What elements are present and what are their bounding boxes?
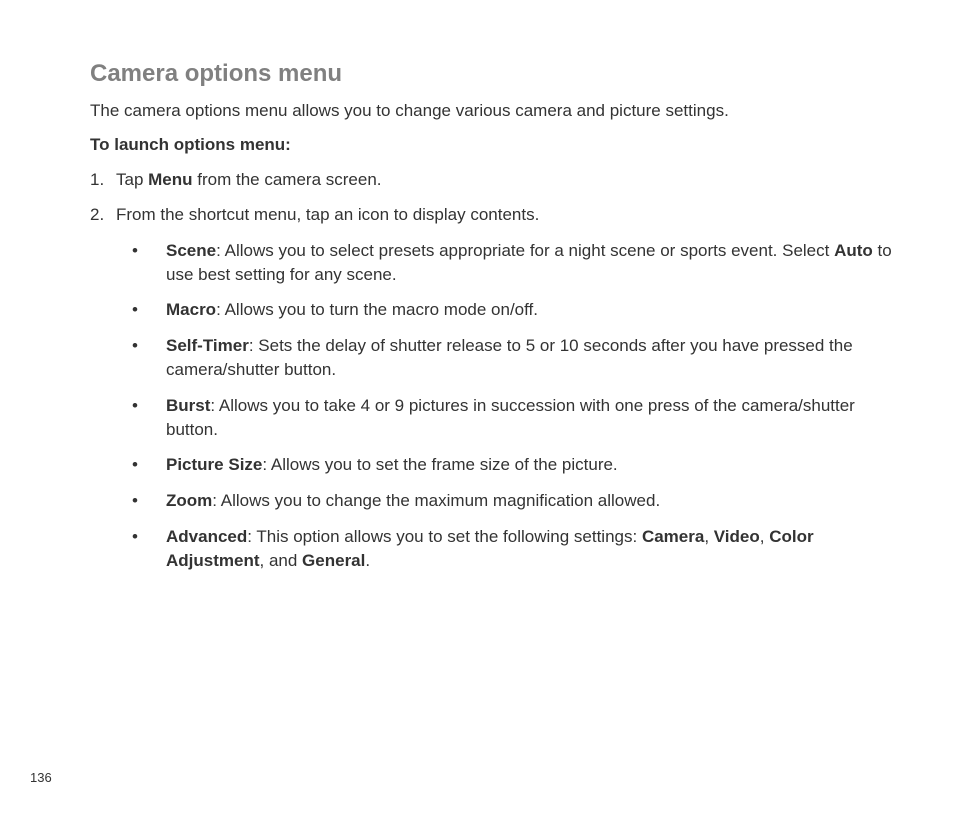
step-2: 2. From the shortcut menu, tap an icon t…: [90, 204, 894, 573]
step-number: 1.: [90, 169, 104, 192]
bullet-text: , and: [260, 551, 303, 570]
bullet-macro: Macro: Allows you to turn the macro mode…: [126, 298, 894, 322]
bullet-text: ,: [760, 527, 769, 546]
bullet-text: ,: [704, 527, 713, 546]
bullet-advanced: Advanced: This option allows you to set …: [126, 525, 894, 573]
step-bold: Menu: [148, 170, 192, 189]
bullet-bold: Camera: [642, 527, 704, 546]
bullet-zoom: Zoom: Allows you to change the maximum m…: [126, 489, 894, 513]
bullet-text: .: [365, 551, 370, 570]
bullet-text: : Allows you to take 4 or 9 pictures in …: [166, 396, 855, 439]
step-1: 1. Tap Menu from the camera screen.: [90, 169, 894, 192]
section-title: Camera options menu: [90, 60, 894, 88]
step-number: 2.: [90, 204, 104, 227]
step-text: from the camera screen.: [193, 170, 382, 189]
bullet-label: Advanced: [166, 527, 247, 546]
sub-heading: To launch options menu:: [90, 135, 894, 155]
bullet-list: Scene: Allows you to select presets appr…: [126, 239, 894, 573]
bullet-text: : Allows you to change the maximum magni…: [212, 491, 660, 510]
steps-list: 1. Tap Menu from the camera screen. 2. F…: [90, 169, 894, 573]
bullet-bold: Auto: [834, 241, 873, 260]
step-text: From the shortcut menu, tap an icon to d…: [116, 205, 539, 224]
bullet-picture-size: Picture Size: Allows you to set the fram…: [126, 453, 894, 477]
page-number: 136: [30, 770, 52, 785]
bullet-text: : Sets the delay of shutter release to 5…: [166, 336, 853, 379]
bullet-label: Zoom: [166, 491, 212, 510]
bullet-label: Scene: [166, 241, 216, 260]
bullet-label: Macro: [166, 300, 216, 319]
bullet-self-timer: Self-Timer: Sets the delay of shutter re…: [126, 334, 894, 382]
bullet-text: : Allows you to select presets appropria…: [216, 241, 834, 260]
bullet-label: Picture Size: [166, 455, 262, 474]
document-page: Camera options menu The camera options m…: [0, 0, 954, 823]
bullet-burst: Burst: Allows you to take 4 or 9 picture…: [126, 394, 894, 442]
bullet-text: : Allows you to turn the macro mode on/o…: [216, 300, 538, 319]
step-text: Tap: [116, 170, 148, 189]
bullet-text: : Allows you to set the frame size of th…: [262, 455, 617, 474]
bullet-bold: General: [302, 551, 365, 570]
bullet-bold: Video: [714, 527, 760, 546]
bullet-label: Burst: [166, 396, 210, 415]
bullet-label: Self-Timer: [166, 336, 249, 355]
bullet-text: : This option allows you to set the foll…: [247, 527, 642, 546]
intro-text: The camera options menu allows you to ch…: [90, 100, 894, 123]
bullet-scene: Scene: Allows you to select presets appr…: [126, 239, 894, 287]
